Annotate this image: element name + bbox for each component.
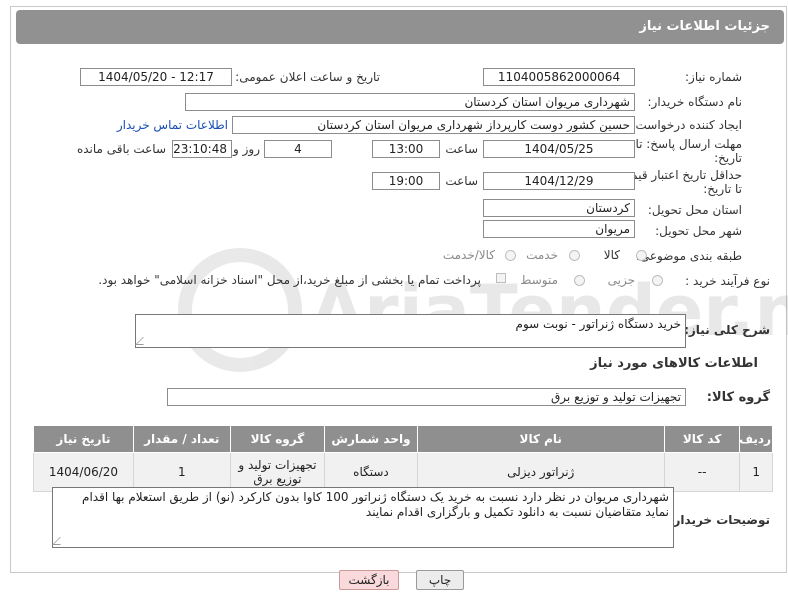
cell-unit: دستگاه [324,452,418,492]
validity-hour-label: ساعت [445,174,478,188]
days-label: روز و [233,142,260,156]
time-remaining-label: ساعت باقی مانده [76,142,166,156]
buyer-contact-link[interactable]: اطلاعات تماس خریدار [117,118,228,132]
buyer-notes-label: توضیحات خریدار: [668,513,770,527]
announce-date-field: 1404/05/20 - 12:17 [80,68,232,86]
description-text: خرید دستگاه ژنراتور - نوبت سوم [515,317,681,331]
column-header-row: ردیف [739,425,773,453]
category-goods-label: کالا [603,248,620,262]
process-minor-label: جزیی [607,273,635,287]
category-goods-service-radio[interactable] [505,250,516,261]
price-validity-time-field: 19:00 [372,172,440,190]
deadline-time-field: 13:00 [372,140,440,158]
category-service-label: خدمت [526,248,558,262]
column-header-name: نام کالا [416,425,665,453]
deadline-date-field: 1404/05/25 [483,140,635,158]
buyer-notes-text: شهرداری مریوان در نظر دارد نسبت به خرید … [82,490,669,519]
cell-name: ژنراتور دیزلی [416,452,665,492]
city-label: شهر محل تحویل: [655,224,742,238]
price-validity-label-date: تا تاریخ: [703,182,742,196]
need-number-field: 1104005862000064 [483,68,635,86]
resize-grip-icon[interactable] [135,337,151,345]
cell-date: 1404/06/20 [33,452,134,492]
column-header-code: کد کالا [663,425,741,453]
goods-group-label: گروه کالا: [706,390,770,405]
time-remaining-field: 23:10:48 [172,140,232,158]
column-header-unit: واحد شمارش [324,425,418,453]
days-remaining-field: 4 [264,140,332,158]
column-header-group: گروه کالا [229,425,326,453]
column-header-date: تاریخ نیاز [33,425,134,453]
goods-table-header: ردیف کد کالا نام کالا واحد شمارش گروه کا… [33,425,773,453]
description-label: شرح کلی نیاز: [684,323,770,337]
province-label: استان محل تحویل: [647,203,742,217]
cell-code: -- [663,452,741,492]
print-button[interactable]: چاپ [416,570,464,590]
creator-label: ایجاد کننده درخواست: [631,118,742,132]
process-medium-label: متوسط [520,273,558,287]
table-row: 1 -- ژنراتور دیزلی دستگاه تجهیزات تولید … [33,452,773,492]
back-button[interactable]: بازگشت [339,570,399,590]
panel-title: جزئیات اطلاعات نیاز [639,19,770,34]
column-header-quantity: تعداد / مقدار [132,425,231,453]
province-field: کردستان [483,199,635,217]
cell-row: 1 [739,452,773,492]
category-label: طبقه بندی موضوعی: [635,249,742,263]
resize-grip-icon[interactable] [52,537,68,545]
city-field: مریوان [483,220,635,238]
buyer-notes-textarea: شهرداری مریوان در نظر دارد نسبت به خرید … [52,487,674,548]
creator-field: حسین کشور دوست کارپرداز شهرداری مریوان ا… [232,116,635,134]
price-validity-date-field: 1404/12/29 [483,172,635,190]
buyer-org-label: نام دستگاه خریدار: [647,95,743,109]
buyer-org-field: شهرداری مریوان استان کردستان [185,93,635,111]
cell-group: تجهیزات تولید و توزیع برق [229,452,326,492]
deadline-label-date: تاریخ: [714,151,742,165]
process-minor-radio[interactable] [652,275,663,286]
goods-group-field: تجهیزات تولید و توزیع برق [167,388,686,406]
goods-section-title: اطلاعات کالاهای مورد نیاز [590,356,758,371]
need-number-label: شماره نیاز: [685,70,742,84]
goods-table: ردیف کد کالا نام کالا واحد شمارش گروه کا… [33,425,773,492]
deadline-label: مهلت ارسال پاسخ: تا [635,137,742,151]
description-textarea: خرید دستگاه ژنراتور - نوبت سوم [135,314,686,348]
treasury-payment-checkbox[interactable] [496,273,506,283]
announce-date-label: تاریخ و ساعت اعلان عمومی: [235,70,380,84]
process-medium-radio[interactable] [574,275,585,286]
cell-quantity: 1 [132,452,231,492]
treasury-payment-note: پرداخت تمام یا بخشی از مبلغ خرید،از محل … [98,273,481,287]
panel-header: جزئیات اطلاعات نیاز [16,10,784,44]
purchase-process-label: نوع فرآیند خرید : [685,274,770,288]
category-service-radio[interactable] [569,250,580,261]
deadline-hour-label: ساعت [445,142,478,156]
category-goods-service-label: کالا/خدمت [442,248,495,262]
category-goods-radio[interactable] [636,250,647,261]
